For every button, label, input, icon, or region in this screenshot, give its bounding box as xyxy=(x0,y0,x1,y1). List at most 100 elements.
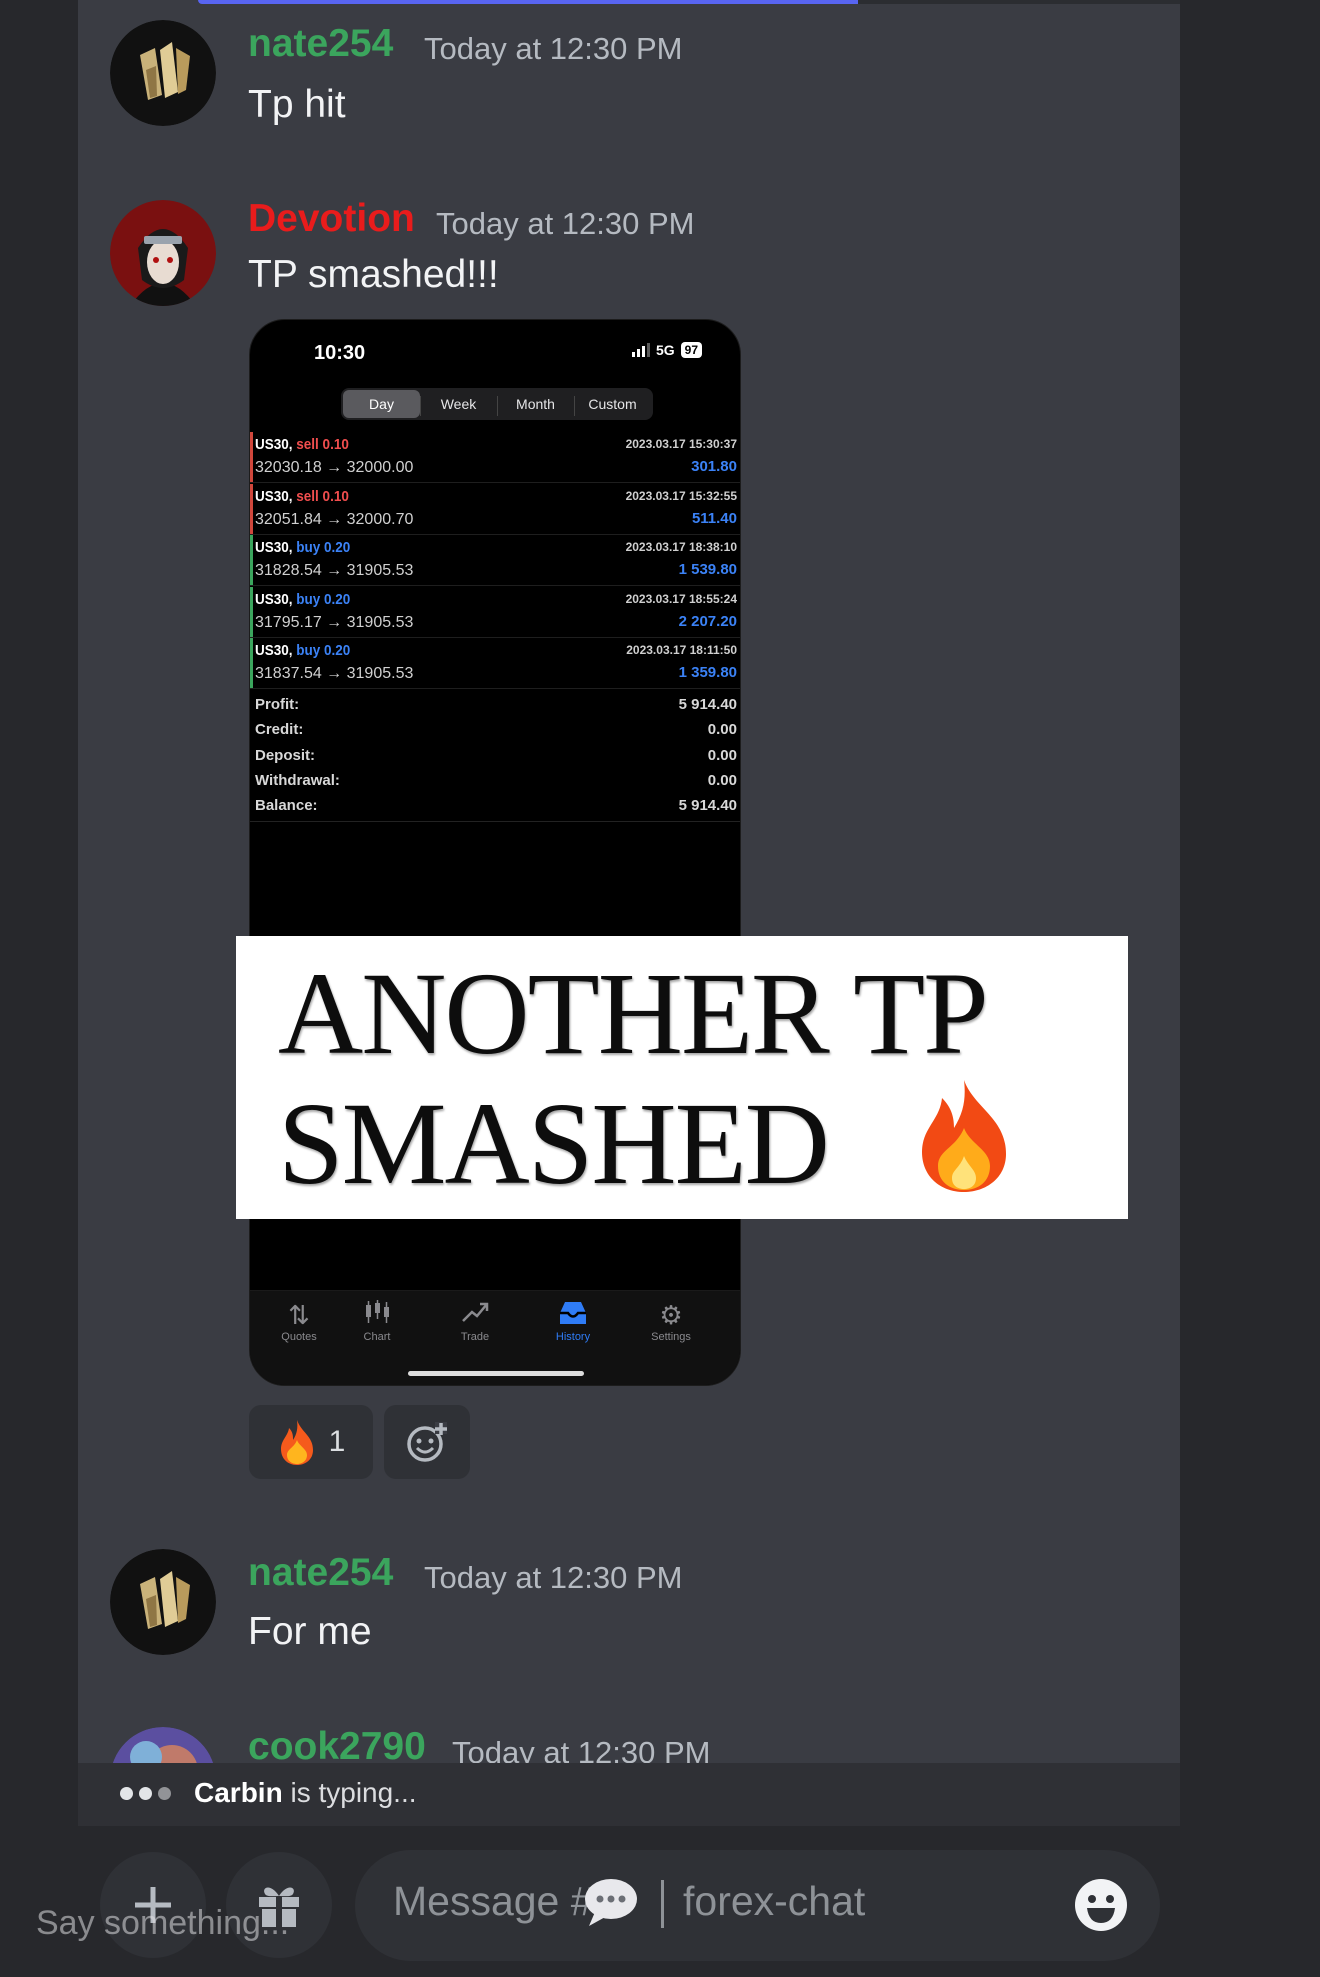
trade-date: 2023.03.17 18:55:24 xyxy=(625,591,737,606)
trade-icon xyxy=(426,1299,524,1331)
message-text: Tp hit xyxy=(248,83,346,126)
tab-label: Chart xyxy=(363,1331,391,1343)
username[interactable]: nate254 xyxy=(248,22,393,66)
trade-profit: 301.80 xyxy=(691,458,737,475)
trade-row[interactable]: US30, buy 0.20 31837.54 → 31905.53 2023.03… xyxy=(250,638,740,689)
trade-row[interactable]: US30, sell 0.10 32030.18 → 32000.00 2023.0… xyxy=(250,432,740,483)
summary-label: Withdrawal: xyxy=(255,771,340,789)
summary-label: Profit: xyxy=(255,696,300,713)
summary-row: Balance: 5 914.40 xyxy=(255,797,737,822)
summary-row: Withdrawal: 0.00 xyxy=(255,772,737,797)
reaction-fire[interactable]: 1 xyxy=(249,1405,373,1479)
trade-side-bar xyxy=(250,483,253,534)
typing-suffix: is typing... xyxy=(282,1777,417,1808)
summary-value: 0.00 xyxy=(707,771,737,789)
overlay-banner: ANOTHER TP SMASHED xyxy=(236,936,1128,1219)
username[interactable]: Devotion xyxy=(248,197,415,241)
tab-settings[interactable]: ⚙ Settings xyxy=(622,1299,720,1343)
emoji-icon[interactable] xyxy=(1073,1877,1129,1933)
attachment-image[interactable]: 10:30 5G 97 Day Week Month Custom US30, … xyxy=(249,319,741,1386)
trade-symbol-name: US30, xyxy=(255,436,293,453)
trade-side: sell 0.10 xyxy=(296,436,349,453)
progress-bar xyxy=(198,0,1180,4)
tab-label: Settings xyxy=(651,1331,691,1343)
tab-chart[interactable]: Chart xyxy=(328,1299,426,1343)
trade-prices: 31837.54 → 31905.53 xyxy=(255,665,414,682)
history-icon xyxy=(524,1299,622,1331)
gear-icon: ⚙ xyxy=(659,1300,683,1330)
summary-row: Profit: 5 914.40 xyxy=(255,696,737,721)
trade-profit: 1 539.80 xyxy=(678,561,737,578)
trade-row[interactable]: US30, sell 0.10 32051.84 → 32000.70 2023.0… xyxy=(250,483,740,535)
trade-row[interactable]: US30, buy 0.20 31795.17 → 31905.53 2023.03… xyxy=(250,586,740,638)
trade-side: buy 0.20 xyxy=(296,539,351,556)
summary-value: 0.00 xyxy=(707,746,737,764)
trade-side-bar xyxy=(250,432,253,482)
signal-icon xyxy=(631,343,650,357)
trade-prices: 31828.54 → 31905.53 xyxy=(255,562,414,579)
battery-icon: 97 xyxy=(680,342,702,358)
trade-symbol: US30, sell 0.10 xyxy=(255,488,349,505)
chart-icon xyxy=(328,1299,426,1331)
trade-symbol-name: US30, xyxy=(255,539,293,556)
tab-label: History xyxy=(555,1331,591,1343)
add-reaction-button[interactable] xyxy=(384,1405,470,1479)
trade-side: sell 0.10 xyxy=(296,487,349,505)
typing-text: Carbin is typing... xyxy=(194,1777,417,1809)
summary-value: 0.00 xyxy=(707,721,737,739)
home-indicator xyxy=(408,1371,584,1376)
trade-prices: 31795.17 → 31905.53 xyxy=(255,613,414,631)
banner-line-2: SMASHED xyxy=(278,1078,830,1209)
trade-symbol-name: US30, xyxy=(255,487,293,505)
trade-profit: 511.40 xyxy=(691,509,737,527)
trade-date: 2023.03.17 18:38:10 xyxy=(625,540,737,554)
message-text: For me xyxy=(248,1610,372,1653)
banner-line-1: ANOTHER TP xyxy=(278,948,989,1079)
tab-day[interactable]: Day xyxy=(343,390,420,418)
network-label: 5G xyxy=(655,342,675,358)
summary-row: Credit: 0.00 xyxy=(255,721,737,746)
typing-indicator: Carbin is typing... xyxy=(78,1763,1180,1826)
trade-symbol-name: US30, xyxy=(255,590,293,608)
timestamp: Today at 12:30 PM xyxy=(424,1560,683,1595)
add-reaction-icon xyxy=(407,1422,447,1462)
trade-prices: 32051.84 → 32000.70 xyxy=(255,510,414,528)
message-placeholder: Message # xyxy=(393,1878,594,1924)
avatar-nate254[interactable] xyxy=(110,20,216,126)
summary-row: Deposit: 0.00 xyxy=(255,747,737,772)
timestamp: Today at 12:30 PM xyxy=(424,31,683,66)
trade-date: 2023.03.17 15:30:37 xyxy=(625,437,737,451)
phone-status-bar: 5G 97 xyxy=(631,342,702,358)
speech-bubble-icon xyxy=(585,1879,637,1926)
username[interactable]: nate254 xyxy=(248,1551,393,1595)
trade-date: 2023.03.17 18:11:50 xyxy=(626,643,737,657)
channel-name: forex-chat xyxy=(683,1878,866,1924)
trade-profit: 1 359.80 xyxy=(678,664,737,681)
trade-symbol: US30, buy 0.20 xyxy=(255,591,350,608)
trade-date: 2023.03.17 15:32:55 xyxy=(625,488,737,503)
trade-row[interactable]: US30, buy 0.20 31828.54 → 31905.53 2023.03… xyxy=(250,535,740,586)
trade-side: buy 0.20 xyxy=(296,642,351,659)
avatar-nate254[interactable] xyxy=(110,1549,216,1655)
summary-value: 5 914.40 xyxy=(678,696,737,713)
summary-value: 5 914.40 xyxy=(678,797,737,815)
tab-trade[interactable]: Trade xyxy=(426,1299,524,1343)
trade-side-bar xyxy=(250,586,253,637)
tab-custom[interactable]: Custom xyxy=(574,390,651,418)
tab-week[interactable]: Week xyxy=(420,390,497,418)
avatar-devotion[interactable] xyxy=(110,200,216,306)
tab-history[interactable]: History xyxy=(524,1299,622,1343)
fire-icon xyxy=(922,1080,1006,1192)
trade-side: buy 0.20 xyxy=(296,590,351,608)
summary-label: Deposit: xyxy=(255,746,315,764)
message-input[interactable]: Message # forex-chat xyxy=(355,1850,1160,1961)
trade-side-bar xyxy=(250,535,253,585)
summary-label: Balance: xyxy=(255,797,318,815)
reaction-count: 1 xyxy=(328,1425,346,1458)
tab-month-label: Month xyxy=(516,396,555,412)
period-segmented-control[interactable]: Day Week Month Custom xyxy=(341,388,653,420)
tab-custom-label: Custom xyxy=(588,396,637,412)
tab-month[interactable]: Month xyxy=(497,390,574,418)
typing-user: Carbin xyxy=(194,1777,283,1808)
trade-symbol-name: US30, xyxy=(255,642,293,659)
